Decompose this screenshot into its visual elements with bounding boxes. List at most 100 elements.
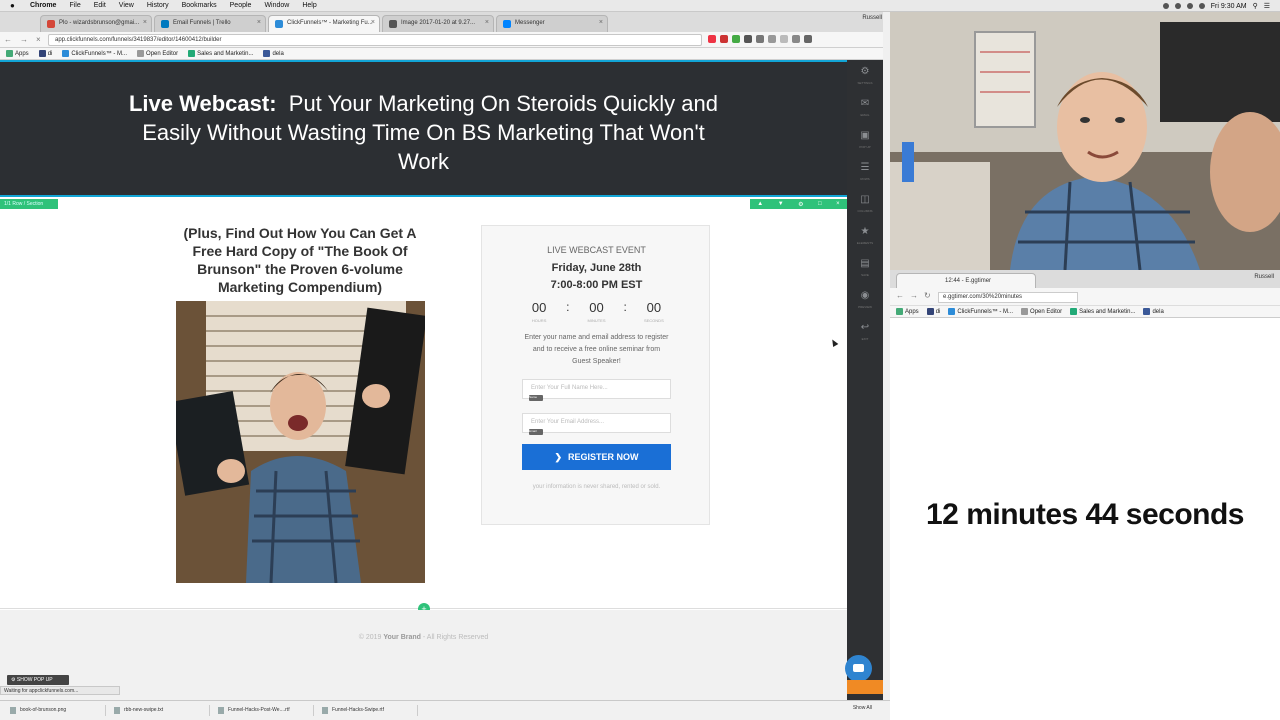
extension-icon[interactable] <box>792 35 800 43</box>
profile-name[interactable]: Russell <box>862 15 882 21</box>
menu-edit[interactable]: Edit <box>94 2 106 9</box>
preview-icon[interactable]: ◉ <box>855 290 875 301</box>
section-tag[interactable]: 1/1 Row / Section <box>0 199 58 209</box>
timer-tab[interactable]: 12:44 - E.ggtimer <box>896 273 1036 288</box>
delete-icon[interactable]: × <box>836 201 840 207</box>
move-up-icon[interactable]: ▲ <box>757 201 763 207</box>
book-photo[interactable] <box>176 301 425 583</box>
footer-section[interactable]: © 2019 Your Brand - All Rights Reserved <box>0 610 847 700</box>
bookmark-sales[interactable]: Sales and Marketin... <box>188 50 253 57</box>
menu-people[interactable]: People <box>230 2 252 9</box>
browser-tab-active[interactable]: ClickFunnels™ - Marketing Fu... × <box>268 15 380 32</box>
help-button[interactable] <box>847 680 883 694</box>
menu-help[interactable]: Help <box>302 2 316 9</box>
show-popup-button[interactable]: ⚙ SHOW POP UP <box>7 675 69 685</box>
show-all-downloads[interactable]: Show All <box>853 705 872 711</box>
privacy-note[interactable]: your information is never shared, rented… <box>522 482 671 492</box>
sub-headline[interactable]: (Plus, Find Out How You Can Get A Free H… <box>170 224 430 296</box>
bookmark-clickfunnels[interactable]: ClickFunnels™ - M... <box>948 308 1013 315</box>
register-button[interactable]: ❯ REGISTER NOW <box>522 444 671 470</box>
form-instructions[interactable]: Enter your name and email address to reg… <box>524 332 669 368</box>
chat-icon[interactable] <box>845 655 872 682</box>
extension-icon[interactable] <box>768 35 776 43</box>
timer-url-field[interactable]: e.ggtimer.com/30%20minutes <box>938 292 1078 303</box>
extension-icon[interactable] <box>720 35 728 43</box>
download-item[interactable]: book-of-brunson.png <box>6 705 106 716</box>
close-icon[interactable]: × <box>257 19 261 26</box>
bookmark-di[interactable]: di <box>926 308 940 315</box>
move-down-icon[interactable]: ▼ <box>778 201 784 207</box>
bookmark-apps[interactable]: Apps <box>6 50 29 57</box>
copyright-text[interactable]: © 2019 Your Brand - All Rights Reserved <box>0 634 847 641</box>
notification-icon[interactable]: ☰ <box>1264 2 1270 10</box>
extension-icon[interactable] <box>708 35 716 43</box>
status-icon[interactable] <box>1162 3 1169 9</box>
browser-tab[interactable]: Email Funnels | Trello × <box>154 15 266 32</box>
columns-icon[interactable]: ◫ <box>855 194 875 205</box>
wifi-icon[interactable] <box>1186 3 1193 9</box>
menu-window[interactable]: Window <box>264 2 289 9</box>
countdown-timer[interactable]: 00 HOURS : 00 MINUTES : 00 SECONDS <box>482 300 711 323</box>
bookmark-clickfunnels[interactable]: ClickFunnels™ - M... <box>62 50 127 57</box>
bookmark-open-editor[interactable]: Open Editor <box>1021 308 1062 315</box>
extension-icon[interactable] <box>744 35 752 43</box>
file-icon <box>1021 308 1029 315</box>
back-icon[interactable]: ← <box>4 35 12 44</box>
download-item[interactable]: Funnel-Hacks-Post-We....rtf <box>214 705 314 716</box>
copy-icon[interactable]: □ <box>818 201 822 207</box>
bookmark-dela[interactable]: dela <box>1143 308 1164 315</box>
menu-clock[interactable]: Fri 9:30 AM <box>1211 3 1247 10</box>
funnel-page: Live Webcast: Put Your Marketing On Ster… <box>0 60 847 700</box>
apple-icon[interactable]: ● <box>10 1 20 10</box>
page-headline[interactable]: Live Webcast: Put Your Marketing On Ster… <box>120 89 727 176</box>
bookmark-sales[interactable]: Sales and Marketin... <box>1070 308 1135 315</box>
stop-icon[interactable]: × <box>36 35 41 44</box>
name-field[interactable]: Enter Your Full Name Here... Name <box>522 379 671 401</box>
popup-icon[interactable]: ▣ <box>855 130 875 141</box>
close-icon[interactable]: × <box>485 19 489 26</box>
menu-history[interactable]: History <box>147 2 169 9</box>
menu-file[interactable]: File <box>69 2 80 9</box>
close-icon[interactable]: × <box>599 19 603 26</box>
forward-icon[interactable]: → <box>910 291 918 300</box>
hero-section[interactable]: Live Webcast: Put Your Marketing On Ster… <box>0 60 847 197</box>
bookmark-di[interactable]: di <box>38 50 52 57</box>
extension-icon[interactable] <box>756 35 764 43</box>
status-icon[interactable] <box>1174 3 1181 9</box>
close-icon[interactable]: × <box>371 19 375 26</box>
extension-icon[interactable] <box>732 35 740 43</box>
registration-box[interactable]: LIVE WEBCAST EVENT Friday, June 28th 7:0… <box>481 225 710 525</box>
forward-icon[interactable]: → <box>20 35 28 44</box>
bookmark-apps[interactable]: Apps <box>896 308 919 315</box>
download-item[interactable]: rbb-new-swipe.txt <box>110 705 210 716</box>
menu-app-name[interactable]: Chrome <box>30 2 56 9</box>
bookmark-open-editor[interactable]: Open Editor <box>137 50 178 57</box>
browser-tab[interactable]: Messenger × <box>496 15 608 32</box>
browser-tab[interactable]: Image 2017-01-20 at 9.27... × <box>382 15 494 32</box>
back-icon[interactable]: ← <box>896 291 904 300</box>
battery-icon[interactable] <box>1198 3 1205 9</box>
bookmark-dela[interactable]: dela <box>263 50 284 57</box>
event-date[interactable]: Friday, June 28th <box>482 262 711 274</box>
profile-name[interactable]: Russell <box>1254 274 1274 280</box>
url-field[interactable]: app.clickfunnels.com/funnels/3419837/edi… <box>48 34 702 46</box>
download-item[interactable]: Funnel-Hacks-Swipe.rtf <box>318 705 418 716</box>
exit-icon[interactable]: ↩ <box>855 322 875 333</box>
email-icon[interactable]: ✉ <box>855 98 875 109</box>
menu-view[interactable]: View <box>119 2 134 9</box>
event-time[interactable]: 7:00-8:00 PM EST <box>482 279 711 291</box>
reload-icon[interactable]: ↻ <box>924 291 931 300</box>
event-label[interactable]: LIVE WEBCAST EVENT <box>482 245 711 255</box>
elements-icon[interactable]: ★ <box>855 226 875 237</box>
settings-icon[interactable]: ⚙ <box>798 201 803 208</box>
search-icon[interactable]: ⚲ <box>1253 2 1258 10</box>
extension-icon[interactable] <box>780 35 788 43</box>
email-field[interactable]: Enter Your Email Address... Email <box>522 413 671 435</box>
rows-icon[interactable]: ☰ <box>855 162 875 173</box>
menu-icon[interactable] <box>804 35 812 43</box>
save-icon[interactable]: ▤ <box>855 258 875 269</box>
menu-bookmarks[interactable]: Bookmarks <box>182 2 217 9</box>
browser-tab[interactable]: Plo - wizardsbrunson@gmai... × <box>40 15 152 32</box>
settings-icon[interactable]: ⚙ <box>855 66 875 77</box>
close-icon[interactable]: × <box>143 19 147 26</box>
